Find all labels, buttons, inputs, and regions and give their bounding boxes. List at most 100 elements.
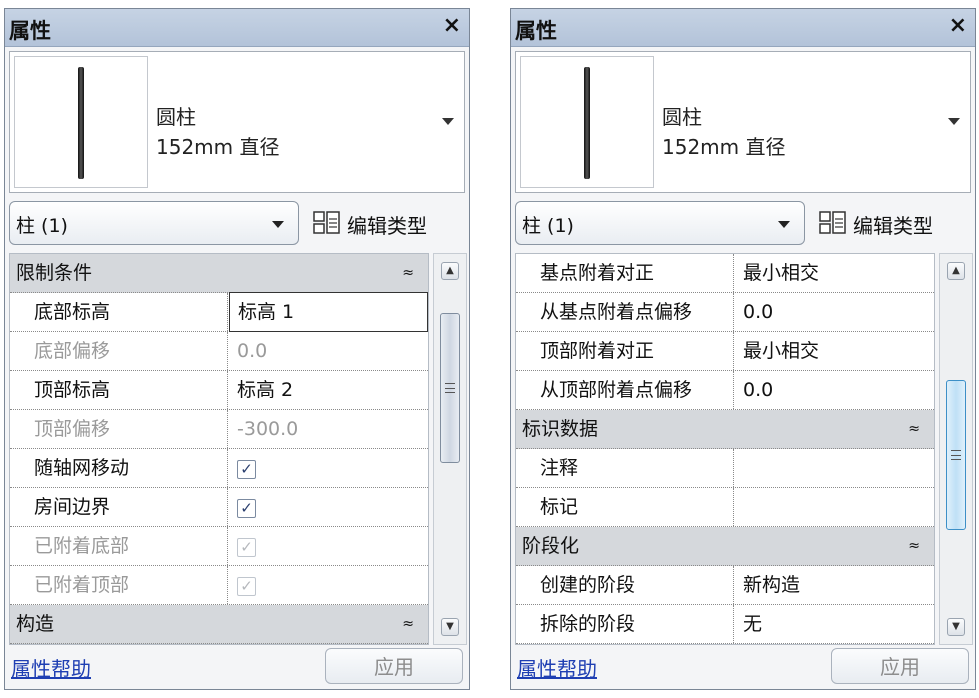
property-name: 已附着底部 xyxy=(10,527,228,565)
properties-panel-right: 属性 × 圆柱 152mm 直径 柱 (1) 编辑类型 基点附着对正 最小相交 … xyxy=(510,8,976,690)
apply-button[interactable]: 应用 xyxy=(325,648,463,684)
collapse-icon[interactable]: ≈ xyxy=(908,527,920,565)
instance-filter-value: 柱 (1) xyxy=(522,215,574,237)
panel-title: 属性 xyxy=(9,19,51,43)
property-row[interactable]: 创建的阶段 新构造 xyxy=(516,566,934,605)
properties-help-link[interactable]: 属性帮助 xyxy=(517,653,597,682)
property-row[interactable]: 从基点附着点偏移 0.0 xyxy=(516,293,934,332)
checkbox: ✓ xyxy=(237,538,256,557)
checkbox: ✓ xyxy=(237,577,256,596)
type-size: 152mm 直径 xyxy=(156,135,280,159)
property-name: 标记 xyxy=(516,488,734,526)
property-value[interactable]: 0.0 xyxy=(735,371,934,409)
property-name: 创建的阶段 xyxy=(516,566,734,604)
group-label: 限制条件 xyxy=(16,262,93,284)
group-header-construction[interactable]: 构造 ≈ xyxy=(10,605,428,644)
property-row[interactable]: 从顶部附着点偏移 0.0 xyxy=(516,371,934,410)
scroll-up-icon[interactable]: ▲ xyxy=(947,262,965,280)
property-row[interactable]: 注释 xyxy=(516,449,934,488)
property-value: ✓ xyxy=(229,527,428,565)
property-row[interactable]: 底部标高 标高 1 xyxy=(10,292,428,332)
instance-filter-dropdown[interactable]: 柱 (1) xyxy=(515,201,805,245)
column-preview-icon xyxy=(78,67,84,179)
property-value: ✓ xyxy=(229,566,428,604)
type-preview-image xyxy=(520,56,654,188)
property-value[interactable]: 0.0 xyxy=(735,293,934,331)
vertical-scrollbar[interactable]: ▲ ▼ xyxy=(433,253,467,645)
column-preview-icon xyxy=(584,67,590,179)
panel-footer: 属性帮助 应用 xyxy=(5,645,469,689)
group-header-phasing[interactable]: 阶段化 ≈ xyxy=(516,527,934,566)
scroll-down-icon[interactable]: ▼ xyxy=(947,618,965,636)
property-row[interactable]: 顶部标高 标高 2 xyxy=(10,371,428,410)
vertical-scrollbar[interactable]: ▲ ▼ xyxy=(939,253,973,645)
group-label: 标识数据 xyxy=(522,418,599,440)
property-value[interactable] xyxy=(735,449,934,487)
property-name: 拆除的阶段 xyxy=(516,605,734,643)
collapse-icon[interactable]: ≈ xyxy=(402,605,414,643)
scrollbar-thumb[interactable] xyxy=(946,380,966,530)
property-row[interactable]: 标记 xyxy=(516,488,934,527)
property-name: 底部标高 xyxy=(10,293,228,331)
property-value: ✓ xyxy=(229,449,428,487)
type-selector[interactable]: 圆柱 152mm 直径 xyxy=(9,51,465,193)
family-name: 圆柱 xyxy=(662,105,702,129)
property-name: 房间边界 xyxy=(10,488,228,526)
property-row[interactable]: 基点附着对正 最小相交 xyxy=(516,254,934,293)
edit-type-button[interactable]: 编辑类型 xyxy=(309,203,469,243)
chevron-down-icon[interactable] xyxy=(442,118,454,125)
collapse-icon[interactable]: ≈ xyxy=(402,254,414,292)
property-value[interactable] xyxy=(735,488,934,526)
apply-button[interactable]: 应用 xyxy=(831,648,969,684)
property-row[interactable]: 顶部附着对正 最小相交 xyxy=(516,332,934,371)
property-name: 基点附着对正 xyxy=(516,254,734,292)
filter-row: 柱 (1) 编辑类型 xyxy=(9,201,465,247)
close-icon[interactable]: × xyxy=(443,13,461,38)
property-value[interactable]: 标高 2 xyxy=(229,371,428,409)
property-value: ✓ xyxy=(229,488,428,526)
property-value[interactable]: 0.0 xyxy=(229,332,428,370)
panel-footer: 属性帮助 应用 xyxy=(511,645,975,689)
edit-type-label: 编辑类型 xyxy=(853,214,933,238)
checkbox[interactable]: ✓ xyxy=(237,499,256,518)
title-bar: 属性 × xyxy=(511,9,975,47)
property-row: 已附着顶部 ✓ xyxy=(10,566,428,605)
property-row[interactable]: 随轴网移动 ✓ xyxy=(10,449,428,488)
family-name: 圆柱 xyxy=(156,105,196,129)
property-value[interactable]: 新构造 xyxy=(735,566,934,604)
instance-filter-value: 柱 (1) xyxy=(16,215,68,237)
edit-type-button[interactable]: 编辑类型 xyxy=(815,203,975,243)
scroll-down-icon[interactable]: ▼ xyxy=(441,618,459,636)
type-size: 152mm 直径 xyxy=(662,135,786,159)
close-icon[interactable]: × xyxy=(949,13,967,38)
properties-help-link[interactable]: 属性帮助 xyxy=(11,653,91,682)
group-label: 构造 xyxy=(16,613,55,635)
property-value[interactable]: 最小相交 xyxy=(735,254,934,292)
scrollbar-thumb[interactable] xyxy=(440,313,460,463)
property-value[interactable]: 最小相交 xyxy=(735,332,934,370)
collapse-icon[interactable]: ≈ xyxy=(908,410,920,448)
property-row[interactable]: 顶部偏移 -300.0 xyxy=(10,410,428,449)
property-value[interactable]: -300.0 xyxy=(229,410,428,448)
property-name: 从基点附着点偏移 xyxy=(516,293,734,331)
checkbox[interactable]: ✓ xyxy=(237,460,256,479)
title-bar: 属性 × xyxy=(5,9,469,47)
edit-type-icon xyxy=(313,211,340,234)
edit-type-label: 编辑类型 xyxy=(347,214,427,238)
type-selector[interactable]: 圆柱 152mm 直径 xyxy=(515,51,971,193)
property-row[interactable]: 房间边界 ✓ xyxy=(10,488,428,527)
edit-type-icon xyxy=(819,211,846,234)
group-header-identity-data[interactable]: 标识数据 ≈ xyxy=(516,410,934,449)
property-name: 注释 xyxy=(516,449,734,487)
filter-row: 柱 (1) 编辑类型 xyxy=(515,201,971,247)
instance-filter-dropdown[interactable]: 柱 (1) xyxy=(9,201,299,245)
group-header-constraints[interactable]: 限制条件 ≈ xyxy=(10,254,428,293)
property-value[interactable]: 无 xyxy=(735,605,934,643)
scroll-up-icon[interactable]: ▲ xyxy=(441,262,459,280)
chevron-down-icon[interactable] xyxy=(948,118,960,125)
property-row[interactable]: 拆除的阶段 无 xyxy=(516,605,934,644)
property-value-field[interactable]: 标高 1 xyxy=(229,292,428,332)
grip-icon xyxy=(951,450,961,460)
property-row[interactable]: 底部偏移 0.0 xyxy=(10,332,428,371)
grip-icon xyxy=(445,383,455,393)
